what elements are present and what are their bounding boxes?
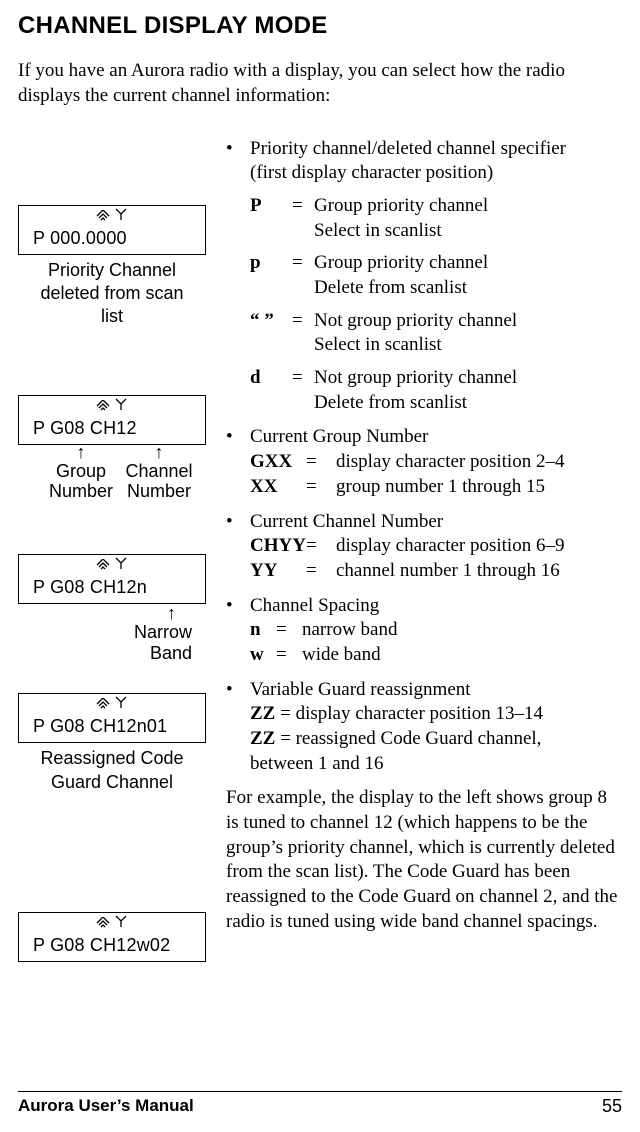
page-title: CHANNEL DISPLAY MODE	[18, 10, 622, 41]
bullet-icon: •	[226, 425, 250, 499]
def-d: d = Not group priority channelDelete fro…	[250, 366, 622, 415]
page-footer: Aurora User’s Manual 55	[18, 1091, 622, 1118]
signal-icon	[96, 695, 110, 712]
lcd1-text: P 000.0000	[25, 223, 199, 250]
arrow-up-icon: ↑	[42, 443, 120, 461]
right-column: • Priority channel/deleted channel speci…	[226, 137, 622, 993]
bullet-variable-guard: • Variable Guard reassignment ZZ = displ…	[226, 678, 622, 777]
antenna-icon	[114, 207, 128, 224]
intro-paragraph: If you have an Aurora radio with a displ…	[18, 59, 622, 108]
def-blank: “ ” = Not group priority channelSelect i…	[250, 309, 622, 358]
bullet-group-number: • Current Group Number GXX=display chara…	[226, 425, 622, 499]
lcd-display-4: P G08 CH12n01	[18, 693, 206, 743]
left-column: P 000.0000 Priority Channel deleted from…	[18, 137, 210, 993]
lcd3-labels: ↑ Narrow Band	[18, 604, 206, 663]
lcd4-label: Reassigned Code Guard Channel	[18, 747, 206, 794]
lcd-display-3: P G08 CH12n	[18, 554, 206, 604]
page-number: 55	[602, 1095, 622, 1118]
lcd-display-1: P 000.0000	[18, 205, 206, 255]
signal-icon	[96, 556, 110, 573]
antenna-icon	[114, 695, 128, 712]
arrow-up-icon: ↑	[18, 604, 192, 622]
lcd-display-2: P G08 CH12	[18, 395, 206, 445]
lcd-block-1: P 000.0000 Priority Channel deleted from…	[18, 205, 210, 329]
bullet-priority: • Priority channel/deleted channel speci…	[226, 137, 622, 416]
antenna-icon	[114, 914, 128, 931]
lcd5-text: P G08 CH12w02	[25, 930, 199, 957]
bullet-icon: •	[226, 678, 250, 777]
arrow-up-icon: ↑	[120, 443, 198, 461]
lcd2-text: P G08 CH12	[25, 413, 199, 440]
antenna-icon	[114, 397, 128, 414]
lcd3-text: P G08 CH12n	[25, 572, 199, 599]
lcd2-arrows: ↑ Group Number ↑ Channel Number	[18, 443, 206, 502]
footer-manual-title: Aurora User’s Manual	[18, 1095, 194, 1118]
bullet-channel-number: • Current Channel Number CHYY=display ch…	[226, 510, 622, 584]
lcd1-label: Priority Channel deleted from scan list	[18, 259, 206, 329]
def-P: P = Group priority channelSelect in scan…	[250, 194, 622, 243]
def-p-lower: p = Group priority channelDelete from sc…	[250, 251, 622, 300]
lcd-block-2: P G08 CH12 ↑ Group Number ↑ Channel Numb…	[18, 395, 210, 502]
signal-icon	[96, 397, 110, 414]
lcd4-text: P G08 CH12n01	[25, 711, 199, 738]
lcd-block-4: P G08 CH12n01 Reassigned Code Guard Chan…	[18, 693, 210, 794]
bullet-icon: •	[226, 137, 250, 416]
bullet-icon: •	[226, 510, 250, 584]
lcd-block-5: P G08 CH12w02	[18, 912, 210, 962]
bullet-channel-spacing: • Channel Spacing n=narrow band w=wide b…	[226, 594, 622, 668]
signal-icon	[96, 207, 110, 224]
signal-icon	[96, 914, 110, 931]
lcd-display-5: P G08 CH12w02	[18, 912, 206, 962]
antenna-icon	[114, 556, 128, 573]
lcd-block-3: P G08 CH12n ↑ Narrow Band	[18, 554, 210, 663]
bullet-icon: •	[226, 594, 250, 668]
example-paragraph: For example, the display to the left sho…	[226, 786, 622, 934]
